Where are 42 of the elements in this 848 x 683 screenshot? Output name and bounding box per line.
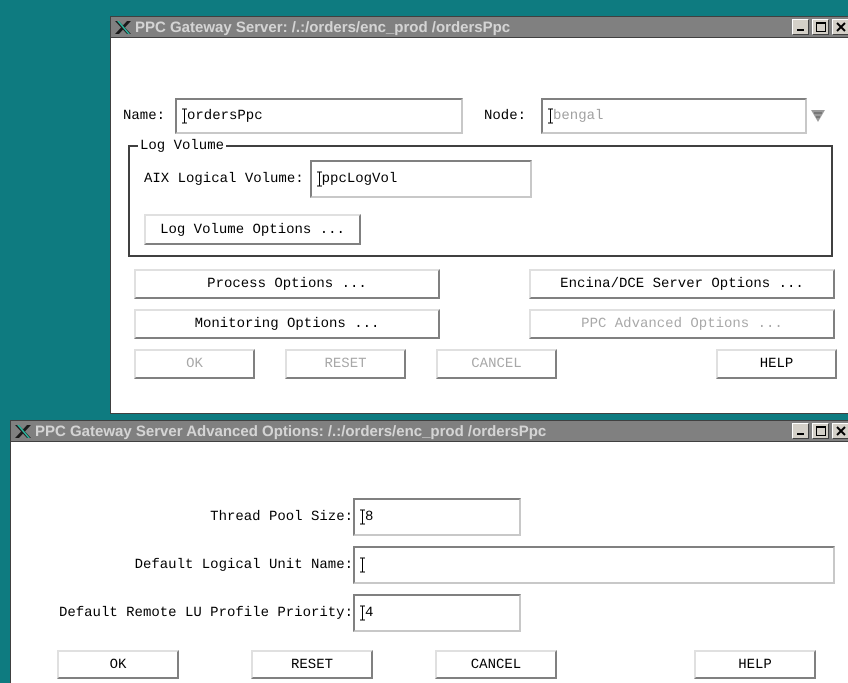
text-cursor-icon: [360, 605, 365, 621]
window-title: PPC Gateway Server: /.:/orders/enc_prod /ordersPpc: [135, 18, 512, 36]
text-cursor-icon: [182, 108, 187, 124]
minimize-button[interactable]: [792, 19, 809, 35]
group-title: Log Volume: [139, 138, 226, 154]
text-cursor-icon: [316, 171, 322, 187]
text-cursor-icon: [360, 557, 365, 573]
text-field[interactable]: [353, 546, 835, 584]
field-label: AIX Logical Volume:: [144, 171, 304, 187]
dialog-button[interactable]: OK: [57, 650, 179, 679]
dialog-button[interactable]: RESET: [251, 650, 373, 679]
field-label: Default Remote LU Profile Priority:: [58, 605, 353, 621]
text-field[interactable]: ordersPpc: [175, 98, 463, 134]
field-label: Default Logical Unit Name:: [134, 557, 353, 573]
window-title: PPC Gateway Server Advanced Options: /.:/orders/enc_prod /ordersPpc: [35, 422, 548, 440]
text-field[interactable]: ppcLogVol: [310, 160, 532, 198]
maximize-icon: [816, 22, 826, 32]
text-cursor-icon: [360, 509, 365, 525]
close-icon: [836, 426, 846, 436]
text-cursor-icon: [548, 108, 553, 124]
options-button[interactable]: Process Options ...: [134, 269, 440, 299]
dialog-button[interactable]: CANCEL: [435, 650, 557, 679]
options-button[interactable]: Encina/DCE Server Options ...: [529, 269, 835, 299]
close-button[interactable]: [832, 19, 848, 35]
maximize-button[interactable]: [812, 19, 829, 35]
options-button[interactable]: Monitoring Options ...: [134, 309, 440, 339]
close-icon: [836, 22, 846, 32]
text-field[interactable]: 4: [353, 594, 521, 632]
maximize-icon: [816, 426, 826, 436]
field-label: Thread Pool Size:: [209, 509, 353, 525]
close-button[interactable]: [832, 423, 848, 439]
maximize-button[interactable]: [812, 423, 829, 439]
x-logo-icon: [14, 424, 32, 438]
dropdown-arrow-icon[interactable]: [811, 109, 825, 123]
minimize-button[interactable]: [792, 423, 809, 439]
x-logo-icon: [114, 20, 132, 34]
dialog-button[interactable]: HELP: [694, 650, 816, 679]
field-label: Name:: [123, 108, 166, 124]
log-volume-options-button[interactable]: Log Volume Options ...: [144, 214, 361, 245]
text-field[interactable]: 8: [353, 498, 521, 536]
field-label: Node:: [484, 108, 528, 124]
dialog-button[interactable]: HELP: [716, 349, 837, 379]
